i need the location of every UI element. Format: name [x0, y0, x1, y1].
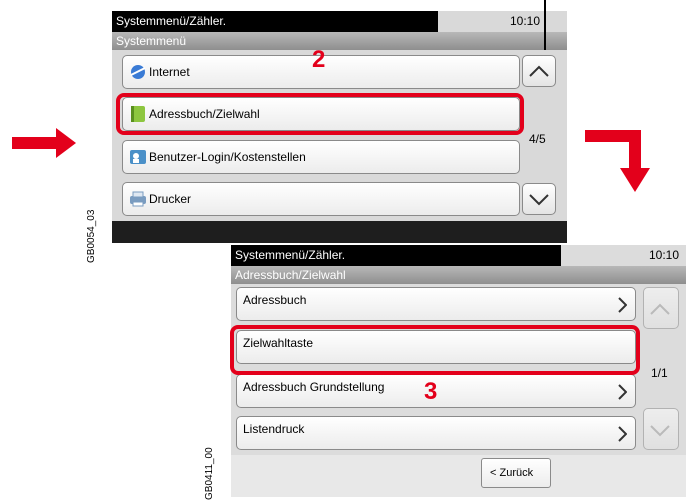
- chevron-up-icon: [529, 65, 549, 77]
- title-bar: Systemmenü/Zähler.: [231, 245, 561, 266]
- bottom-bar: [231, 455, 686, 497]
- back-button-label: < Zurück: [490, 467, 534, 479]
- highlight-frame: [230, 325, 640, 375]
- title-text: Systemmenü/Zähler.: [235, 248, 346, 262]
- title-text: Systemmenü/Zähler.: [116, 14, 227, 28]
- bottom-bar: [112, 221, 567, 243]
- subtitle-bar: Systemmenü: [112, 32, 567, 50]
- down-turn-arrow-icon: [585, 130, 650, 192]
- highlight-frame: [116, 93, 524, 135]
- page-indicator: 4/5: [529, 132, 546, 146]
- callout-line: [544, 0, 546, 50]
- menu-item-label: Internet: [149, 65, 190, 79]
- menu-item-adressbuch[interactable]: Adressbuch: [236, 287, 636, 321]
- menu-item-label: Adressbuch: [243, 293, 307, 307]
- menu-item-listendruck[interactable]: Listendruck: [236, 416, 636, 450]
- step-number: 2: [312, 46, 326, 73]
- menu-item-label: Benutzer-Login/Kostenstellen: [149, 150, 306, 164]
- menu-item-printer[interactable]: Drucker: [122, 182, 520, 216]
- chevron-right-icon: [618, 384, 627, 400]
- image-code: GB0054_03: [86, 209, 97, 263]
- menu-item-user-login[interactable]: Benutzer-Login/Kostenstellen: [122, 140, 520, 174]
- chevron-down-icon: [529, 194, 549, 206]
- right-arrow-icon: [12, 128, 76, 158]
- chevron-right-icon: [618, 426, 627, 442]
- menu-item-label: Adressbuch Grundstellung: [243, 380, 385, 394]
- title-bar: Systemmenü/Zähler.: [112, 11, 438, 32]
- clock: 10:10: [510, 14, 541, 28]
- chevron-right-icon: [618, 297, 627, 313]
- scroll-down-button: [643, 408, 679, 450]
- back-button[interactable]: < Zurück: [481, 458, 551, 488]
- subtitle-bar: Adressbuch/Zielwahl: [231, 266, 686, 284]
- chevron-down-icon: [650, 425, 670, 437]
- chevron-up-icon: [650, 303, 670, 315]
- clock: 10:10: [649, 248, 680, 262]
- image-code: GB0411_00: [204, 447, 215, 500]
- step-number: 3: [424, 378, 438, 405]
- printer-icon: [130, 191, 146, 207]
- page-indicator: 1/1: [651, 366, 668, 380]
- menu-item-label: Drucker: [149, 192, 192, 206]
- user-login-icon: [130, 150, 146, 164]
- scroll-up-button[interactable]: [522, 55, 556, 87]
- internet-icon: [130, 65, 146, 79]
- menu-item-label: Listendruck: [243, 422, 305, 436]
- scroll-down-button[interactable]: [522, 183, 556, 215]
- scroll-up-button: [643, 287, 679, 329]
